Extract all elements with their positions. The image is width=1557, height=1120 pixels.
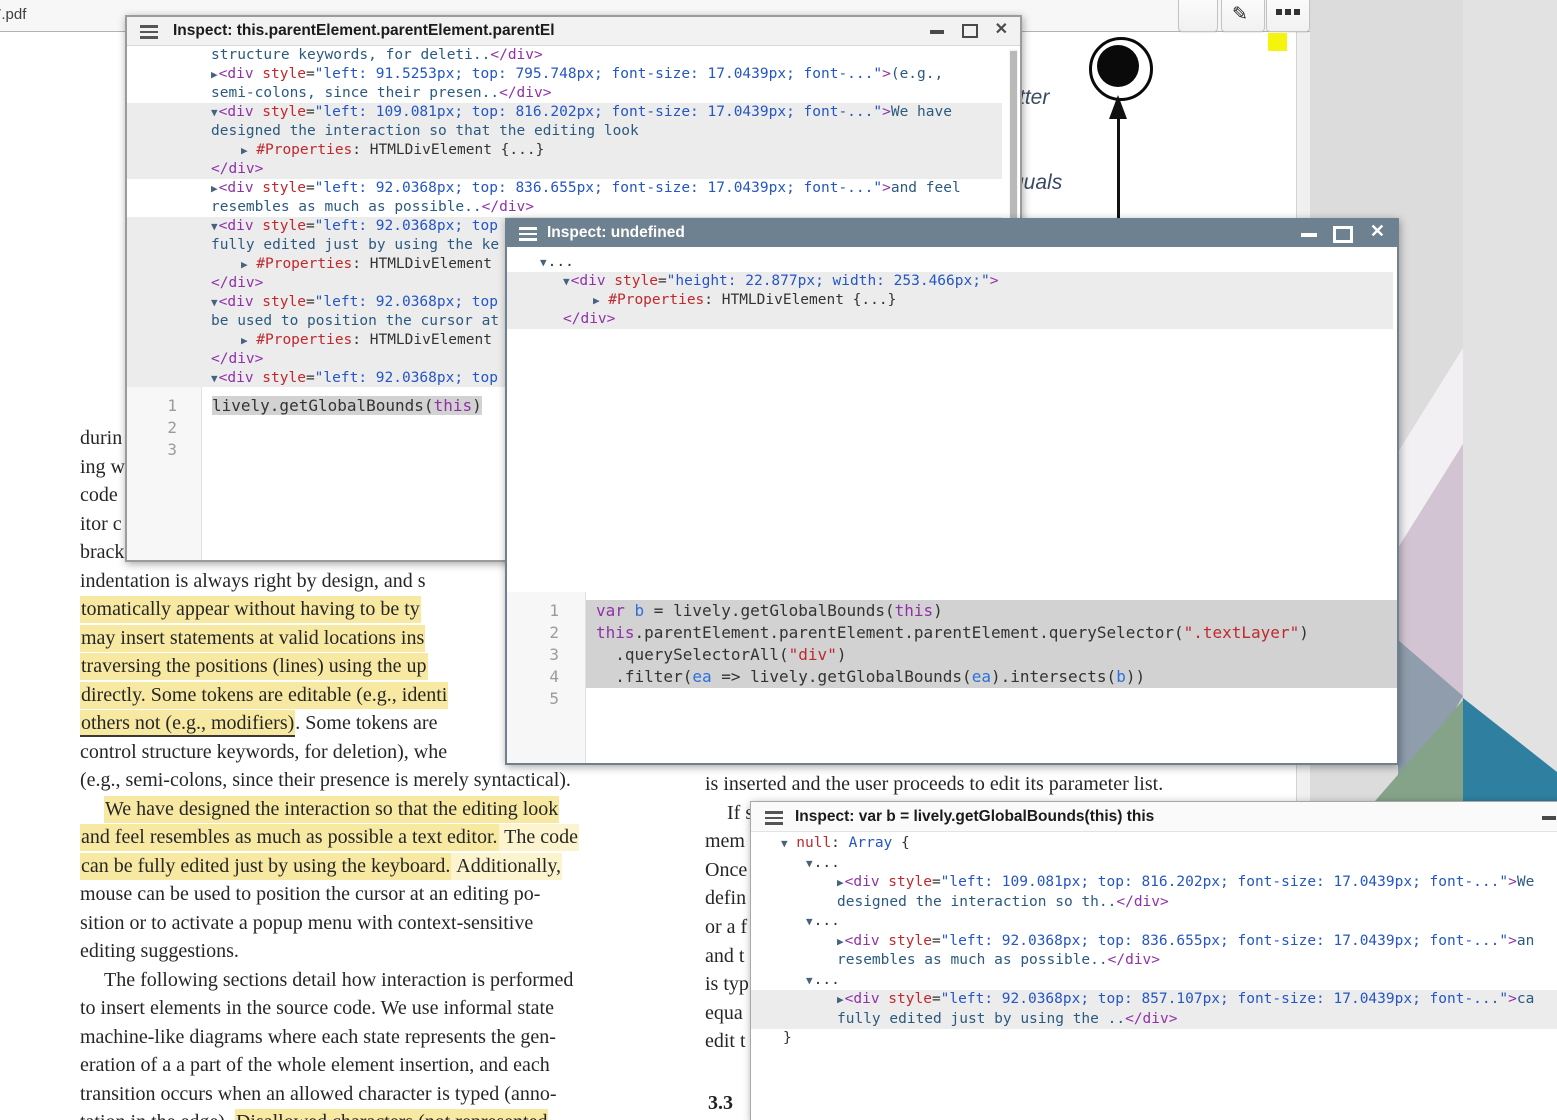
code-input[interactable]: var b = lively.getGlobalBounds(this)this… (586, 592, 1397, 763)
pdf-text-line: The following sections detail how intera… (80, 966, 680, 995)
pdf-text-line: is inserted and the user proceeds to edi… (705, 770, 1285, 799)
pdf-text-line: eration of a a part of the whole element… (80, 1051, 680, 1080)
minimize-button[interactable] (1301, 233, 1317, 237)
dom-tree: ▼...▼<div style="height: 22.877px; width… (507, 247, 1393, 598)
dom-tree-node[interactable]: structure keywords, for deleti..</div> (127, 46, 1002, 65)
line-number-gutter: 123 (127, 387, 202, 560)
close-button[interactable]: ✕ (1370, 223, 1385, 239)
menu-icon[interactable] (765, 811, 783, 828)
dom-tree-node[interactable]: ▼ null: Array { (751, 834, 1557, 854)
pdf-text-line: can be fully edited just by using the ke… (80, 852, 680, 881)
diagram-end-event-fill (1097, 45, 1139, 87)
dom-tree-node[interactable]: ▶<div style="left: 91.5253px; top: 795.7… (127, 65, 1002, 84)
ellipsis-icon (1276, 9, 1300, 15)
code-line[interactable]: var b = lively.getGlobalBounds(this) (586, 600, 1397, 622)
window-title: Inspect: var b = lively.getGlobalBounds(… (795, 808, 1154, 826)
code-line[interactable]: .filter(ea => lively.getGlobalBounds(ea)… (586, 666, 1397, 688)
menu-icon[interactable] (519, 227, 537, 244)
line-number: 3 (507, 644, 585, 666)
line-number: 2 (507, 622, 585, 644)
dom-tree-node[interactable]: ▶<div style="left: 92.0368px; top: 836.6… (751, 932, 1557, 952)
line-number: 4 (507, 666, 585, 688)
section-number: 3.3 (708, 1092, 733, 1115)
line-number-gutter: 12345 (507, 592, 586, 763)
dom-tree-node[interactable]: designed the interaction so th..</div> (751, 893, 1557, 913)
dom-tree-node[interactable]: </div> (507, 310, 1393, 329)
minimize-button[interactable] (930, 30, 944, 34)
pdf-text-line: editing suggestions. (80, 937, 680, 966)
window-title-bar[interactable]: Inspect: var b = lively.getGlobalBounds(… (751, 802, 1557, 832)
diagram-edge-label-top: tter (1019, 86, 1049, 110)
code-line[interactable]: this.parentElement.parentElement.parentE… (586, 622, 1397, 644)
more-options-button[interactable] (1266, 0, 1310, 32)
menu-icon[interactable] (140, 25, 158, 42)
dom-tree-node[interactable]: designed the interaction so that the edi… (127, 122, 1002, 141)
diagram-arrow-line (1117, 117, 1120, 218)
dom-tree-node[interactable]: ▶<div style="left: 92.0368px; top: 857.1… (751, 990, 1557, 1010)
dom-tree-node[interactable]: ▼... (751, 854, 1557, 874)
maximize-button[interactable] (962, 24, 978, 38)
diagram-arrow-head (1109, 95, 1127, 119)
dom-tree-node[interactable]: ▶ #Properties: HTMLDivElement {...} (507, 291, 1393, 310)
line-number: 3 (127, 439, 201, 461)
pencil-icon: ✎ (1232, 3, 1248, 26)
maximize-button[interactable] (1333, 226, 1353, 243)
dom-tree-node[interactable]: ▼<div style="height: 22.877px; width: 25… (507, 272, 1393, 291)
close-button[interactable]: ✕ (995, 22, 1008, 38)
dom-tree-node[interactable]: ▶<div style="left: 109.081px; top: 816.2… (751, 873, 1557, 893)
dom-tree-node[interactable]: ▼... (507, 253, 1393, 272)
dom-tree-node[interactable]: ▶<div style="left: 92.0368px; top: 836.6… (127, 179, 1002, 198)
toolbar-button-partial[interactable] (1178, 0, 1218, 32)
inspector-window-bounds-array: Inspect: var b = lively.getGlobalBounds(… (750, 801, 1557, 1120)
minimize-button[interactable] (1542, 816, 1556, 820)
dom-tree-node[interactable]: ▼... (751, 912, 1557, 932)
line-number: 1 (507, 600, 585, 622)
dom-tree-node[interactable]: ▶ #Properties: HTMLDivElement {...} (127, 141, 1002, 160)
line-number: 5 (507, 688, 585, 710)
window-title: Inspect: this.parentElement.parentElemen… (173, 22, 555, 40)
object-tree: ▼ null: Array {▼...▶<div style="left: 10… (751, 831, 1557, 1120)
dom-tree-node[interactable]: } (751, 1029, 1557, 1049)
dom-tree-node[interactable]: ▼... (751, 971, 1557, 991)
window-title-bar[interactable]: Inspect: this.parentElement.parentElemen… (127, 17, 1020, 46)
pdf-filename: 7.pdf (0, 6, 26, 23)
line-number: 2 (127, 417, 201, 439)
pdf-text-line: tation in the edge). Disallowed characte… (80, 1108, 680, 1120)
pdf-text-line: and feel resembles as much as possible a… (80, 823, 680, 852)
pdf-text-line: (e.g., semi-colons, since their presence… (80, 766, 680, 795)
window-title: Inspect: undefined (547, 224, 685, 242)
inspector-window-undefined: Inspect: undefined ✕ ▼...▼<div style="he… (505, 218, 1399, 765)
pdf-text-line: sition or to activate a popup menu with … (80, 909, 680, 938)
dom-tree-node[interactable]: resembles as much as possible..</div> (751, 951, 1557, 971)
dom-tree-node[interactable]: </div> (127, 160, 1002, 179)
edit-button[interactable]: ✎ (1221, 0, 1265, 32)
pdf-text-line: We have designed the interaction so that… (80, 795, 680, 824)
pdf-text-line: transition occurs when an allowed charac… (80, 1080, 680, 1109)
dom-tree-node[interactable]: ▼<div style="left: 109.081px; top: 816.2… (127, 103, 1002, 122)
scrollbar-thumb[interactable] (1010, 51, 1017, 229)
dom-tree-node[interactable]: fully edited just by using the ..</div> (751, 1010, 1557, 1030)
dom-tree-node[interactable]: resembles as much as possible..</div> (127, 198, 1002, 217)
pdf-text-line: machine-like diagrams where each state r… (80, 1023, 680, 1052)
line-number: 1 (127, 395, 201, 417)
window-title-bar[interactable]: Inspect: undefined ✕ (507, 220, 1397, 247)
pdf-text-line: to insert elements in the source code. W… (80, 994, 680, 1023)
highlight-marker (1268, 33, 1287, 51)
code-line[interactable]: .querySelectorAll("div") (586, 644, 1397, 666)
screen: 7.pdf ✎ durining wcodeitor cbrackindenta… (0, 0, 1557, 1120)
pdf-text-line: mouse can be used to position the cursor… (80, 880, 680, 909)
code-editor: 12345 var b = lively.getGlobalBounds(thi… (507, 592, 1397, 763)
dom-tree-node[interactable]: semi-colons, since their presen..</div> (127, 84, 1002, 103)
